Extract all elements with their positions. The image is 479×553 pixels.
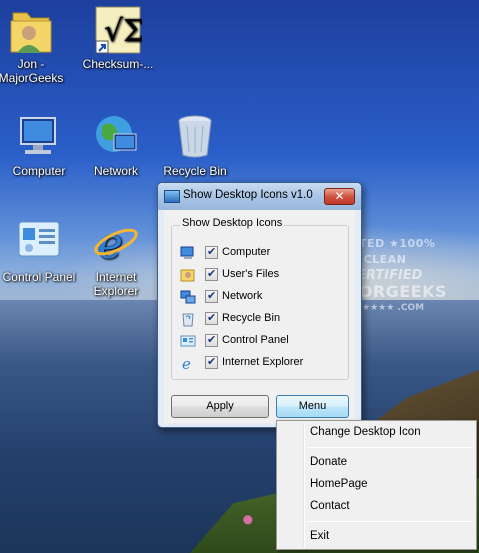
control-panel-icon [180, 335, 196, 347]
menu-item-exit[interactable]: Exit [310, 530, 329, 542]
option-internet-explorer[interactable]: e Internet Explorer [180, 354, 345, 372]
window-client: Show Desktop Icons Computer User's Files… [164, 210, 355, 423]
control-panel-icon [15, 218, 63, 266]
title-bar[interactable]: Show Desktop Icons v1.0 ✕ [158, 183, 361, 210]
recycle-bin-icon [171, 112, 219, 160]
option-network[interactable]: Network [180, 288, 345, 306]
svg-text:e: e [182, 355, 191, 371]
option-computer[interactable]: Computer [180, 244, 345, 262]
option-control-panel[interactable]: Control Panel [180, 332, 345, 350]
recycle-bin-icon [182, 313, 194, 327]
internet-explorer-icon: e [182, 355, 191, 371]
option-recycle-bin[interactable]: Recycle Bin [180, 310, 345, 328]
option-label: Network [222, 290, 263, 302]
network-icon [92, 112, 140, 160]
window-title: Show Desktop Icons v1.0 [183, 189, 313, 201]
desktop-icons-group: Show Desktop Icons Computer User's Files… [171, 217, 349, 380]
group-label: Show Desktop Icons [180, 217, 285, 229]
internet-explorer-icon: e [92, 218, 140, 268]
option-label: Computer [222, 246, 271, 258]
user-files-icon [180, 269, 195, 282]
desktop-icon-computer[interactable]: Computer [0, 112, 79, 178]
menu-item-change-desktop-icon[interactable]: Change Desktop Icon [310, 426, 421, 438]
checkbox-internet-explorer[interactable] [205, 355, 218, 369]
show-desktop-icons-window: Show Desktop Icons v1.0 ✕ Show Desktop I… [157, 182, 362, 428]
desktop-icon-user-folder[interactable]: Jon - MajorGeeks [0, 5, 71, 85]
option-label: Internet Explorer [222, 356, 304, 368]
checkbox-control-panel[interactable] [205, 333, 218, 347]
option-label: Control Panel [222, 334, 289, 346]
checkbox-computer[interactable] [205, 245, 218, 259]
menu-separator [307, 447, 473, 448]
svg-text:√Σ: √Σ [104, 14, 142, 49]
desktop-icon-control-panel[interactable]: Control Panel [0, 218, 79, 284]
computer-icon [180, 246, 194, 259]
close-button[interactable]: ✕ [324, 188, 355, 205]
checkbox-recycle-bin[interactable] [205, 311, 218, 325]
menu-button[interactable]: Menu [276, 395, 349, 418]
menu-separator [307, 521, 473, 522]
checkbox-network[interactable] [205, 289, 218, 303]
apply-button[interactable]: Apply [171, 395, 269, 418]
checkbox-users-files[interactable] [205, 267, 218, 281]
context-menu: Change Desktop Icon Donate HomePage Cont… [276, 420, 477, 550]
desktop-icon-recycle-bin[interactable]: Recycle Bin [155, 112, 235, 178]
desktop-icon-internet-explorer[interactable]: e Internet Explorer [76, 218, 156, 298]
menu-item-donate[interactable]: Donate [310, 456, 347, 468]
desktop-icon-checksum[interactable]: √Σ Checksum-... [78, 5, 158, 71]
desktop-icon-network[interactable]: Network [76, 112, 156, 178]
option-label: Recycle Bin [222, 312, 281, 324]
menu-item-contact[interactable]: Contact [310, 500, 350, 512]
option-users-files[interactable]: User's Files [180, 266, 345, 284]
network-icon [180, 290, 196, 304]
user-folder-icon [7, 5, 55, 53]
menu-item-homepage[interactable]: HomePage [310, 478, 368, 490]
checksum-shortcut-icon: √Σ [94, 5, 144, 54]
option-label: User's Files [222, 268, 280, 280]
app-icon [164, 190, 180, 203]
computer-icon [15, 112, 63, 160]
